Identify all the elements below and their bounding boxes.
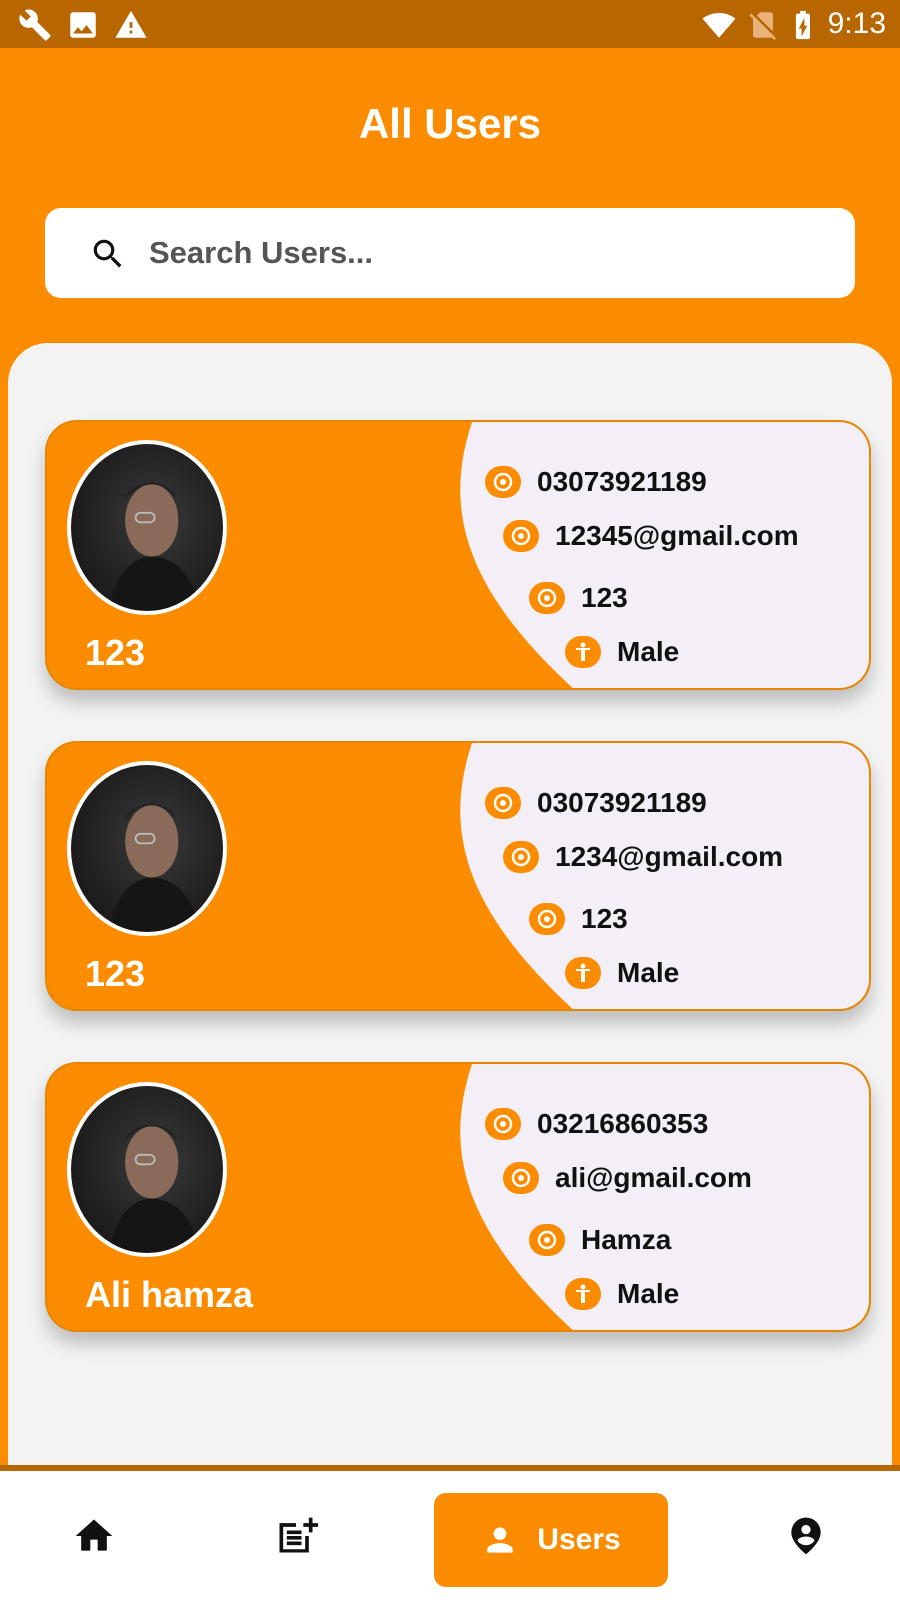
post-add-icon (279, 1517, 318, 1553)
gender-text: Male (617, 957, 680, 988)
email-text: 1234@gmail.com (555, 841, 784, 872)
phone-row: 03216860353 (485, 1108, 708, 1140)
phone-row: 03073921189 (485, 787, 707, 819)
image-icon (70, 12, 96, 38)
nav-add-post[interactable] (246, 1491, 346, 1581)
search-input[interactable] (149, 228, 829, 278)
detail-icon (529, 903, 565, 935)
gender-row: Male (565, 636, 679, 668)
phone-icon (485, 466, 521, 498)
email-row: ali@gmail.com (503, 1162, 752, 1194)
user-card[interactable]: 123 03073921189 1234@gmail.com 123 Male (45, 741, 871, 1011)
gender-text: Male (617, 1278, 680, 1309)
user-name: 123 (85, 632, 146, 673)
user-card[interactable]: 123 03073921189 12345@gmail.com 123 Male (45, 420, 871, 690)
gender-row: Male (565, 1278, 679, 1310)
phone-row: 03073921189 (485, 466, 707, 498)
detail-row: 123 (529, 903, 628, 935)
email-row: 12345@gmail.com (503, 520, 799, 552)
person-pin-icon (791, 1517, 821, 1555)
detail-icon (529, 582, 565, 614)
nav-users-label: Users (537, 1523, 621, 1556)
email-icon (503, 1162, 539, 1194)
phone-text: 03216860353 (537, 1108, 709, 1139)
avatar (67, 440, 227, 615)
home-icon (75, 1519, 113, 1551)
accessibility-icon (565, 1278, 601, 1310)
gender-row: Male (565, 957, 679, 989)
email-text: 12345@gmail.com (555, 520, 799, 551)
detail-row: Hamza (529, 1224, 671, 1256)
accessibility-icon (565, 957, 601, 989)
battery-charging-icon (795, 10, 810, 40)
person-icon (487, 1527, 513, 1553)
wifi-icon (702, 12, 736, 38)
page-title: All Users (358, 100, 542, 147)
email-icon (503, 841, 539, 873)
user-list-panel: 123 03073921189 12345@gmail.com 123 Male… (8, 343, 892, 1465)
nav-profile-location[interactable] (756, 1491, 856, 1581)
wrench-icon (19, 9, 51, 41)
phone-icon (485, 787, 521, 819)
email-icon (503, 520, 539, 552)
email-row: 1234@gmail.com (503, 841, 783, 873)
phone-icon (485, 1108, 521, 1140)
email-text: ali@gmail.com (555, 1162, 752, 1193)
status-bar: 9:13 (0, 0, 900, 48)
warning-icon (115, 10, 147, 38)
avatar (67, 761, 227, 936)
gender-text: Male (617, 636, 680, 667)
no-sim-icon (749, 12, 777, 41)
bottom-nav: Users (0, 1465, 900, 1600)
detail-icon (529, 1224, 565, 1256)
accessibility-icon (565, 636, 601, 668)
phone-text: 03073921189 (537, 787, 707, 818)
user-name: 123 (85, 953, 146, 994)
status-time: 9:13 (827, 7, 886, 40)
detail-row: 123 (529, 582, 628, 614)
nav-home[interactable] (44, 1491, 144, 1581)
user-card[interactable]: Ali hamza 03216860353 ali@gmail.com Hamz… (45, 1062, 871, 1332)
search-box[interactable] (45, 208, 855, 298)
user-name: Ali hamza (85, 1274, 254, 1315)
detail-text: 123 (581, 903, 628, 934)
phone-text: 03073921189 (537, 466, 707, 497)
avatar (67, 1082, 227, 1257)
nav-users[interactable]: Users (434, 1493, 668, 1587)
search-icon (93, 239, 122, 268)
detail-text: Hamza (581, 1224, 672, 1255)
detail-text: 123 (581, 582, 628, 613)
